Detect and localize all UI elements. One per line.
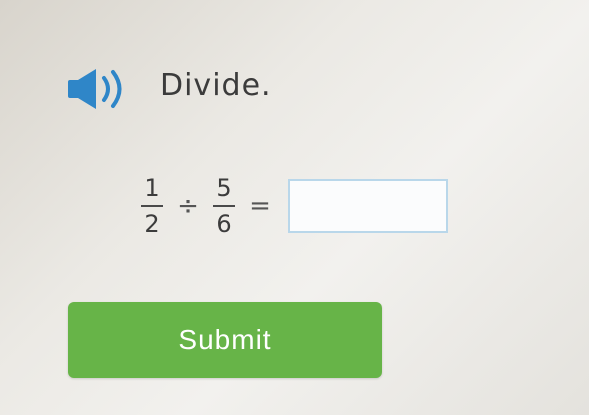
fraction-bar bbox=[141, 205, 163, 207]
fraction-bar bbox=[213, 205, 235, 207]
speaker-icon bbox=[68, 69, 122, 109]
dividend-denominator: 2 bbox=[144, 210, 160, 238]
divisor-fraction: 5 6 bbox=[208, 173, 240, 239]
divisor-denominator: 6 bbox=[216, 210, 232, 238]
question-page: Divide. 1 2 ÷ 5 6 = Submit bbox=[0, 0, 589, 415]
speaker-button[interactable] bbox=[66, 66, 136, 112]
dividend-numerator: 1 bbox=[144, 174, 160, 202]
dividend-fraction: 1 2 bbox=[136, 173, 168, 239]
submit-label: Submit bbox=[178, 324, 272, 355]
submit-button[interactable]: Submit bbox=[68, 302, 382, 378]
division-problem: 1 2 ÷ 5 6 = bbox=[136, 156, 448, 256]
answer-input[interactable] bbox=[288, 179, 448, 233]
divide-operator: ÷ bbox=[177, 191, 199, 221]
instruction-text: Divide. bbox=[160, 68, 272, 103]
equals-sign: = bbox=[249, 191, 271, 221]
divisor-numerator: 5 bbox=[216, 174, 232, 202]
